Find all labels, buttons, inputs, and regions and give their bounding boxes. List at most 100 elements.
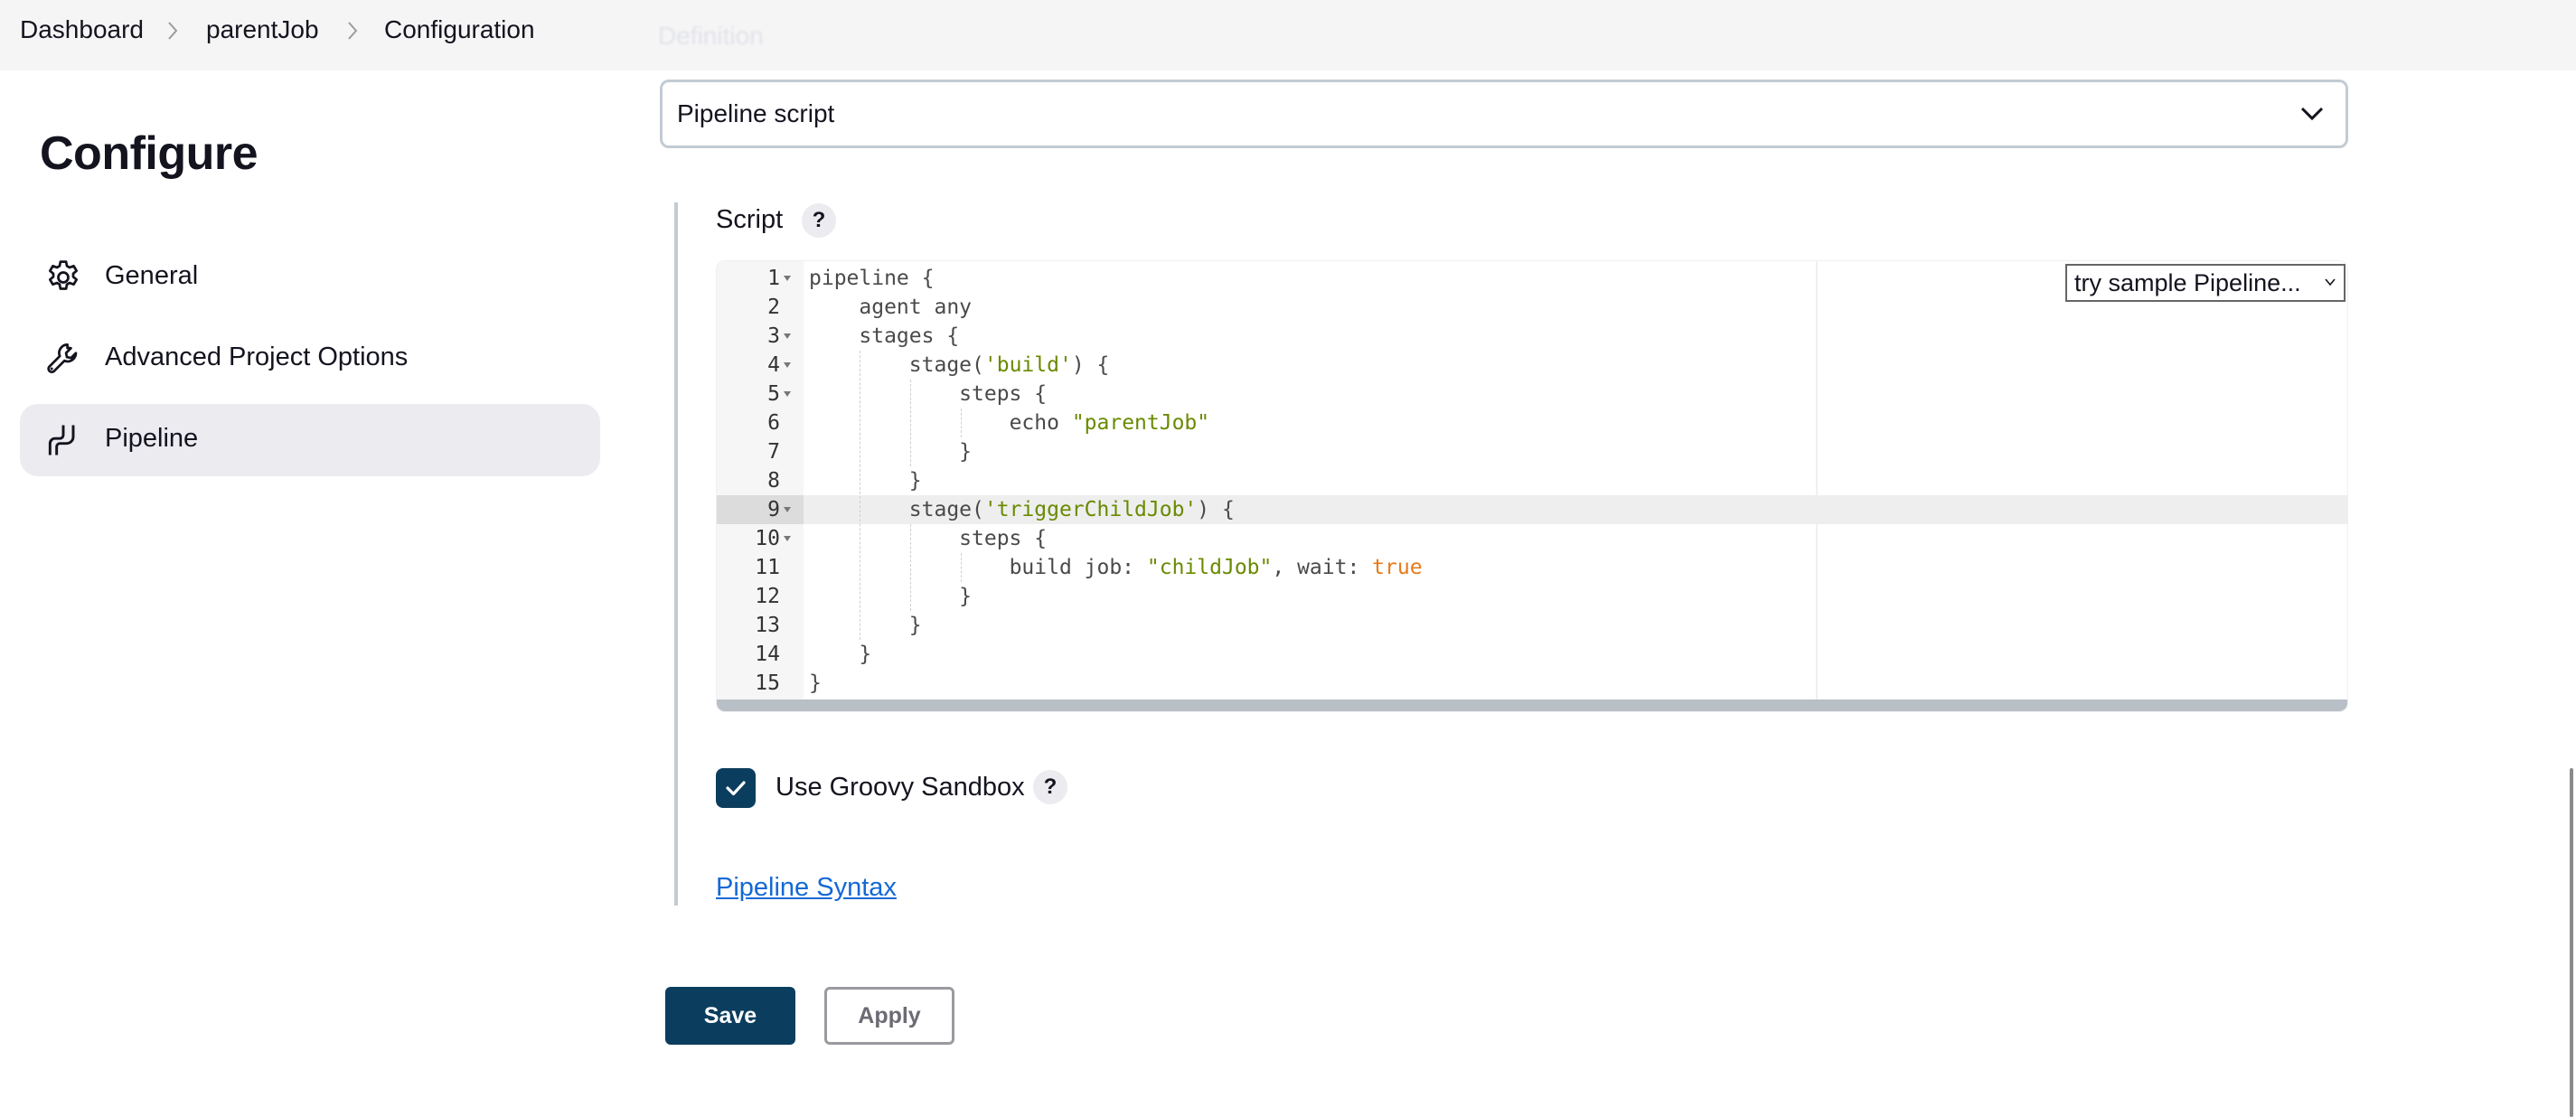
gear-icon [48, 260, 79, 290]
token: ) { [1071, 353, 1110, 377]
breadcrumb-parentjob[interactable]: parentJob [206, 15, 319, 44]
token: } [859, 643, 872, 666]
line-number: 12 [755, 585, 780, 608]
chevron-right-icon [168, 22, 178, 40]
token: agent any [859, 296, 973, 319]
fold-toggle-icon[interactable] [784, 536, 791, 541]
token-str: "childJob" [1146, 556, 1273, 579]
token: stage( [908, 353, 984, 377]
token: steps { [959, 527, 1048, 550]
code-line[interactable]: 3 stages { [717, 322, 2347, 351]
token: } [908, 469, 922, 493]
token: } [959, 585, 973, 608]
save-button[interactable]: Save [665, 987, 795, 1045]
fold-toggle-icon[interactable] [784, 333, 791, 339]
code-text: steps { [809, 524, 1047, 553]
code-text: steps { [809, 380, 1047, 408]
code-line[interactable]: 8 } [717, 466, 2347, 495]
code-text: pipeline { [809, 264, 934, 293]
definition-select-value: Pipeline script [677, 99, 835, 127]
code-text: stage('triggerChildJob') { [809, 495, 1235, 524]
script-editor[interactable]: 1 pipeline {2 agent any 3 stages {4 stage(… [716, 260, 2348, 712]
fold-toggle-icon[interactable] [784, 276, 791, 281]
definition-label-ghost: Definition [658, 22, 764, 50]
code-line[interactable]: 7 } [717, 437, 2347, 466]
indent-guide [961, 408, 962, 437]
sidebar-item-label: Advanced Project Options [105, 343, 409, 371]
token: , wait: [1272, 556, 1373, 579]
code-text: } [809, 437, 972, 466]
code-text: build job: "childJob", wait: true [809, 553, 1423, 582]
sample-select-value: try sample Pipeline... [2074, 269, 2301, 296]
code-text: } [809, 669, 822, 698]
code-line[interactable]: 9 stage('triggerChildJob') { [717, 495, 2347, 524]
sidebar-item-label: Pipeline [105, 424, 199, 453]
token-str: 'triggerChildJob' [983, 498, 1198, 521]
token: steps { [959, 382, 1048, 406]
try-sample-pipeline-select[interactable]: try sample Pipeline... [2065, 264, 2346, 302]
line-number: 6 [767, 411, 780, 435]
token: } [959, 440, 973, 464]
sandbox-help-button[interactable]: ? [1033, 770, 1067, 804]
line-number: 14 [755, 643, 780, 666]
code-line[interactable]: 14 } [717, 640, 2347, 669]
token-str: "parentJob" [1071, 411, 1210, 435]
code-line[interactable]: 10 steps { [717, 524, 2347, 553]
code-line[interactable]: 13 } [717, 611, 2347, 640]
code-text: } [809, 611, 922, 640]
line-number: 11 [755, 556, 780, 579]
script-help-button[interactable]: ? [802, 203, 836, 238]
editor-horizontal-scrollbar[interactable] [717, 699, 2347, 711]
code-line[interactable]: 5 steps { [717, 380, 2347, 408]
token: } [908, 614, 922, 637]
chevron-down-icon [2325, 278, 2336, 286]
indent-guide [910, 380, 911, 466]
page-title: Configure [40, 127, 259, 180]
line-number: 15 [755, 671, 780, 695]
chevron-down-icon [2300, 107, 2324, 121]
code-text: agent any [809, 293, 972, 322]
code-text: echo "parentJob" [809, 408, 1210, 437]
indent-guide [910, 524, 911, 611]
use-groovy-sandbox-checkbox[interactable] [716, 768, 756, 808]
breadcrumb-dashboard[interactable]: Dashboard [20, 15, 144, 44]
code-line[interactable]: 4 stage('build') { [717, 351, 2347, 380]
token: } [809, 671, 822, 695]
sidebar-item-general[interactable]: General [20, 241, 600, 314]
code-text: stage('build') { [809, 351, 1110, 380]
sidebar-item-label: General [105, 261, 199, 290]
token: build job: [1009, 556, 1147, 579]
pipeline-syntax-link[interactable]: Pipeline Syntax [716, 873, 897, 903]
use-groovy-sandbox-label[interactable]: Use Groovy Sandbox [776, 773, 1025, 803]
token: pipeline { [809, 267, 935, 290]
fold-toggle-icon[interactable] [784, 507, 791, 512]
code-line[interactable]: 15} [717, 669, 2347, 698]
code-line[interactable]: 12 } [717, 582, 2347, 611]
line-number: 13 [755, 614, 780, 637]
token-bool: true [1372, 556, 1423, 579]
token-str: 'build' [983, 353, 1072, 377]
breadcrumb-configuration[interactable]: Configuration [384, 15, 535, 44]
fold-toggle-icon[interactable] [784, 391, 791, 397]
wrench-icon [47, 343, 78, 373]
pipeline-icon [48, 425, 75, 455]
line-number: 2 [767, 296, 780, 319]
fold-toggle-icon[interactable] [784, 362, 791, 368]
code-text: stages { [809, 322, 959, 351]
code-text: } [809, 466, 922, 495]
apply-button[interactable]: Apply [824, 987, 954, 1045]
chevron-right-icon [348, 22, 358, 40]
page-scrollbar[interactable] [2570, 768, 2573, 1117]
section-rail [674, 202, 678, 906]
definition-select[interactable]: Pipeline script [660, 80, 2348, 148]
token: echo [1009, 411, 1072, 435]
sidebar-item-advanced-project-options[interactable]: Advanced Project Options [20, 323, 600, 395]
line-number: 7 [767, 440, 780, 464]
token: stage( [908, 498, 984, 521]
sidebar-item-pipeline[interactable]: Pipeline [20, 404, 600, 476]
token: ) { [1197, 498, 1235, 521]
line-number: 8 [767, 469, 780, 493]
checkmark-icon [726, 781, 746, 796]
code-text: } [809, 582, 972, 611]
script-label: Script [716, 205, 784, 234]
